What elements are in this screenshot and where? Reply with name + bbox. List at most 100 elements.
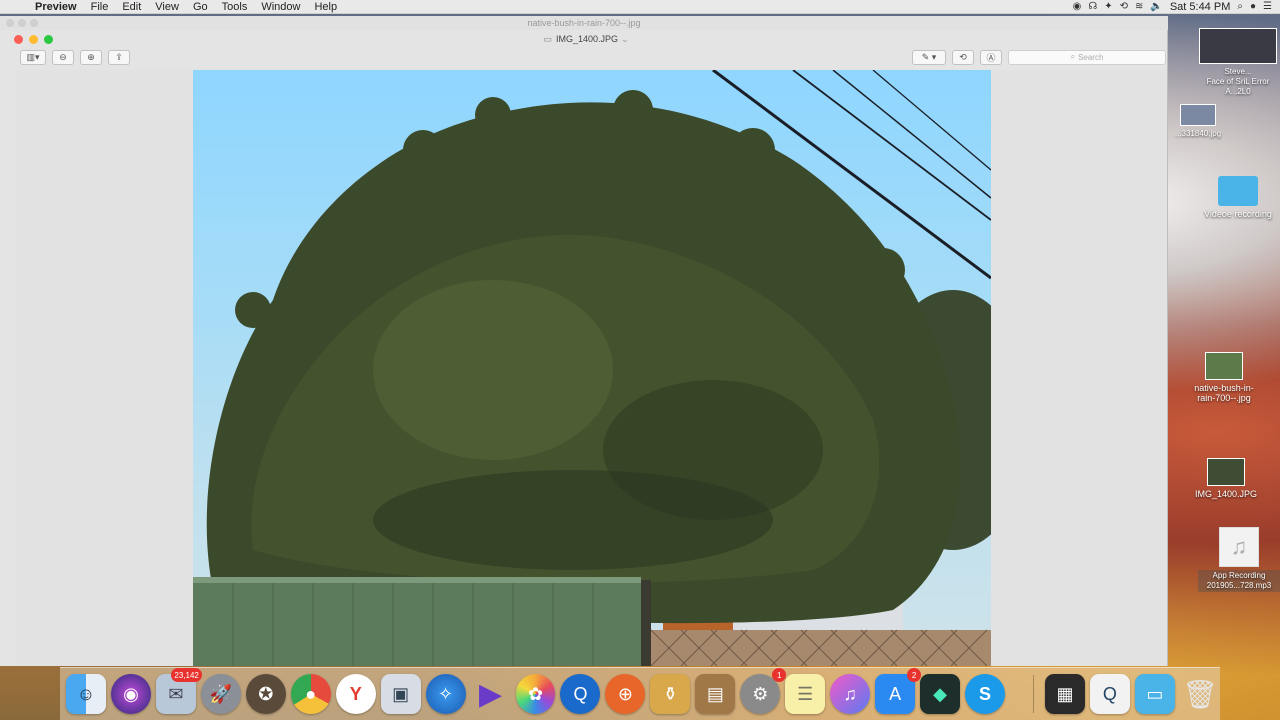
mail-icon[interactable]: ✉ 23,142: [155, 668, 202, 714]
share-icon: ⇪: [115, 51, 123, 62]
desktop-icon-label: Videoe recording: [1204, 209, 1272, 219]
search-placeholder: Search: [1078, 52, 1104, 62]
trash-icon[interactable]: 🗑: [1180, 674, 1220, 714]
leaf-tuft: [861, 248, 905, 292]
appstore-badge: 2: [907, 668, 922, 682]
rotate-icon: ⟲: [959, 51, 967, 62]
downloads-folder-icon[interactable]: ▭: [1134, 674, 1175, 714]
menu-tools[interactable]: Tools: [215, 0, 255, 14]
desktop-icon-native-bush[interactable]: native-bush-in-rain-700--.jpg: [1186, 352, 1262, 403]
native-bush-thumbnail: [1205, 352, 1243, 380]
notification-center-icon[interactable]: ☰: [1263, 1, 1272, 12]
app-icon[interactable]: ✪: [245, 674, 286, 714]
menu-help[interactable]: Help: [307, 0, 344, 14]
desktop-icon-label: Steve...: [1224, 67, 1252, 76]
leaf-tuft: [613, 90, 653, 130]
title-chevron-icon[interactable]: ⌄: [621, 34, 629, 45]
spotlight-icon[interactable]: ⌕: [1237, 1, 1243, 12]
launchpad-icon[interactable]: 🚀: [200, 674, 241, 714]
recent-window-icon[interactable]: ▦: [1045, 674, 1085, 714]
search-icon: ⌕: [1070, 52, 1076, 61]
zoom-out-button[interactable]: ⊖: [52, 49, 74, 65]
desktop-icon-img1400[interactable]: IMG_1400.JPG: [1190, 458, 1262, 499]
airdrop-icon[interactable]: ☊: [1088, 1, 1097, 12]
search-input[interactable]: ⌕ Search: [1008, 49, 1166, 65]
system-preferences-icon[interactable]: ⚙ 1: [740, 668, 787, 714]
desktop-icon-label: App Recording 201905...728.mp3: [1198, 570, 1280, 592]
finder-icon[interactable]: ☺: [66, 674, 106, 714]
safari-icon[interactable]: ✧: [425, 674, 466, 714]
toolbar-right: ✎ ▾ ⟲ Ⓐ ⌕ Search: [912, 49, 1166, 65]
prime-video-icon[interactable]: ▶: [471, 674, 511, 714]
lattice-fence: [651, 630, 991, 666]
window-titlebar[interactable]: ▭ IMG_1400.JPG ⌄: [6, 32, 1166, 46]
leaf-tuft: [235, 292, 271, 328]
chrome-icon[interactable]: ●: [290, 674, 331, 714]
menu-clock[interactable]: Sat 5:44 PM: [1170, 1, 1231, 13]
markup-pen-button[interactable]: ✎ ▾: [912, 49, 946, 65]
photos-icon[interactable]: ✿: [515, 674, 556, 714]
jar-app-icon[interactable]: ⚱: [650, 674, 691, 714]
zoom-in-icon: ⊕: [87, 51, 95, 62]
desktop-icon-audio[interactable]: ♫ App Recording 201905...728.mp3: [1198, 527, 1280, 592]
preview-icon[interactable]: ▣: [380, 674, 421, 714]
menu-file[interactable]: File: [84, 0, 116, 14]
tools-icon[interactable]: ✦: [1104, 1, 1112, 12]
menu-app-name[interactable]: Preview: [28, 0, 84, 14]
back-window-title-text: native-bush-in-rain-700--.jpg: [527, 18, 641, 28]
desktop-icon-video-folder[interactable]: Videoe recording: [1196, 176, 1280, 219]
user-icon[interactable]: ●: [1250, 1, 1256, 12]
time-machine-icon[interactable]: ⟲: [1120, 1, 1128, 12]
menu-edit[interactable]: Edit: [115, 0, 148, 14]
volume-icon[interactable]: 🔈: [1150, 1, 1162, 12]
sidebar-toggle-button[interactable]: ▥▾: [20, 49, 46, 65]
help-icon[interactable]: ⊕: [605, 674, 646, 714]
bush-lower-shadow: [373, 470, 773, 570]
bush-photo[interactable]: [193, 70, 991, 666]
fence-post: [641, 580, 651, 666]
skype-icon[interactable]: S: [965, 674, 1006, 714]
desktop-icon-video-thumb[interactable]: Steve... Face of SriL Error A...2L0: [1196, 28, 1280, 97]
back-maximize-icon[interactable]: [30, 19, 38, 27]
bush-light-patch: [373, 280, 613, 460]
fence-top-rail: [193, 577, 641, 583]
back-close-icon[interactable]: [6, 19, 14, 27]
mov-file-icon[interactable]: Q: [1089, 674, 1130, 714]
itunes-icon[interactable]: ♫: [830, 674, 871, 714]
quicktime-icon[interactable]: Q: [560, 674, 601, 714]
desktop-icon-label: Face of SriL Error A...2L0: [1206, 77, 1270, 96]
dock-separator: [1033, 675, 1034, 713]
toolbar: ▥▾ ⊖ ⊕ ⇪ ✎ ▾ ⟲ Ⓐ ⌕ Search: [6, 46, 1166, 68]
share-button[interactable]: ⇪: [108, 49, 130, 65]
settings-badge: 1: [772, 668, 787, 682]
menu-go[interactable]: Go: [186, 0, 215, 14]
menu-window[interactable]: Window: [254, 0, 307, 14]
app-store-icon[interactable]: A 2: [875, 668, 922, 714]
jpg-thumbnail: [1180, 104, 1216, 126]
wifi-icon[interactable]: ≋: [1135, 1, 1143, 12]
video-thumbnail: [1199, 28, 1277, 64]
menu-extras: ◉ ☊ ✦ ⟲ ≋ 🔈 Sat 5:44 PM ⌕ ● ☰: [1073, 1, 1280, 13]
record-icon[interactable]: ◉: [1073, 1, 1082, 12]
background-window-lights: [6, 19, 38, 27]
desktop-icon-jpg[interactable]: ...331840.jpg: [1168, 104, 1228, 139]
desktop-icon-label: IMG_1400.JPG: [1194, 489, 1258, 499]
leaf-tuft: [403, 130, 443, 170]
background-window-title[interactable]: native-bush-in-rain-700--.jpg: [0, 16, 1168, 30]
img1400-thumbnail: [1207, 458, 1245, 486]
zoom-in-button[interactable]: ⊕: [80, 49, 102, 65]
back-minimize-icon[interactable]: [18, 19, 26, 27]
folder-icon: [1218, 176, 1258, 206]
yandex-icon[interactable]: Y: [335, 674, 376, 714]
rotate-button[interactable]: ⟲: [952, 49, 974, 65]
siri-icon[interactable]: ◉: [110, 674, 151, 714]
window-title: IMG_1400.JPG: [555, 34, 618, 44]
menu-view[interactable]: View: [148, 0, 186, 14]
zoom-out-icon: ⊖: [59, 51, 67, 62]
filmora-icon[interactable]: ◆: [920, 674, 961, 714]
notes-app-icon[interactable]: ▤: [695, 674, 736, 714]
dock: ☺ ◉ ✉ 23,142 🚀 ✪ ● Y ▣ ✧ ▶ ✿ Q ⊕ ⚱ ▤ ⚙ 1…: [60, 667, 1220, 720]
stickies-icon[interactable]: ☰: [785, 674, 826, 714]
leaf-tuft: [475, 97, 511, 133]
markup-toolbar-button[interactable]: Ⓐ: [980, 49, 1002, 65]
